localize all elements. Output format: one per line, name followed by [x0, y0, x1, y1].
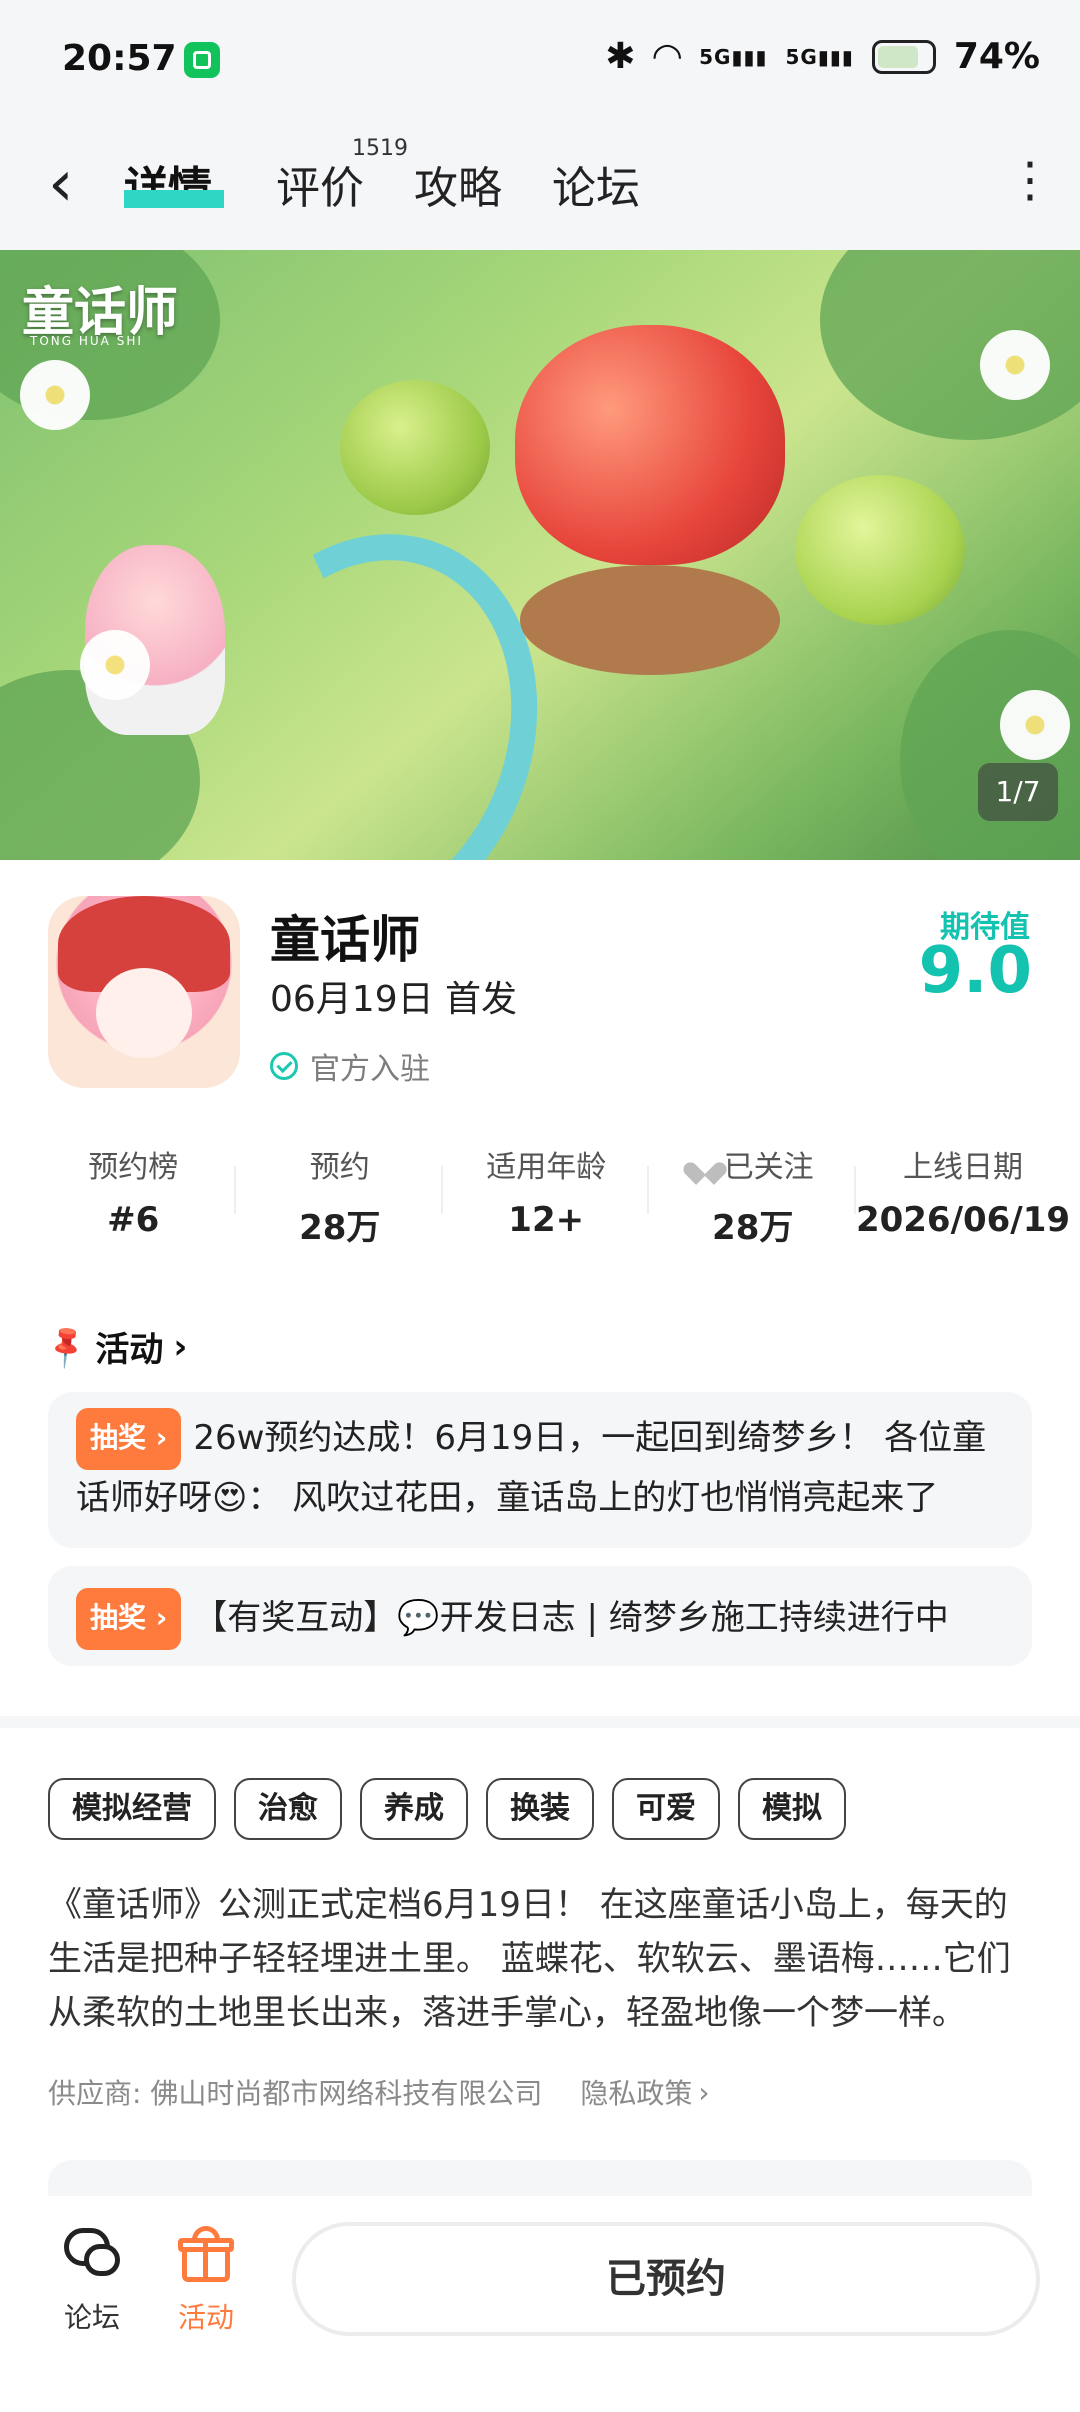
lottery-badge: 抽奖 › — [76, 1588, 182, 1650]
activity-button[interactable]: 活动 — [156, 2226, 256, 2336]
activity-card[interactable]: 抽奖 › 【有奖互动】💬开发日志 | 绮梦乡施工持续进行中 — [48, 1566, 1032, 1666]
heart-icon — [692, 1151, 718, 1177]
signal-icon-2: 5G▮▮▮ — [785, 44, 854, 69]
bottom-action-bar: 论坛 活动 已预约 — [0, 2196, 1080, 2412]
supplier-label: 供应商: 佛山时尚都市网络科技有限公司 — [48, 2077, 543, 2110]
chat-bubbles-icon — [62, 2226, 122, 2284]
game-description[interactable]: 《童话师》公测正式定档6月19日！ 在这座童话小岛上，每天的生活是把种子轻轻埋进… — [48, 1878, 1032, 2040]
banner-carousel[interactable]: 童话师 TONG HUA SHI 1/7 — [0, 250, 1080, 860]
reserved-button[interactable]: 已预约 — [292, 2222, 1040, 2336]
banner-logo-subtitle: TONG HUA SHI — [30, 334, 143, 348]
top-nav: ‹ 详情 评价 攻略 论坛 ⋮ — [0, 126, 1080, 250]
notification-app-icon — [184, 42, 220, 78]
tab-forum[interactable]: 论坛 — [552, 152, 640, 216]
pin-icon: 📌 — [41, 1321, 93, 1372]
tag-list: 模拟经营 治愈 养成 换装 可爱 模拟 — [48, 1778, 846, 1840]
status-bar: 20:57 ✱ ◠ 5G▮▮▮ 5G▮▮▮ 74% — [0, 0, 1080, 126]
forum-button[interactable]: 论坛 — [42, 2226, 142, 2336]
stat-reservations: 预约 28万 — [236, 1142, 444, 1248]
gift-icon — [176, 2226, 236, 2284]
chevron-right-icon: › — [698, 2075, 710, 2109]
green-apple-house — [340, 380, 490, 515]
lottery-badge: 抽奖 › — [76, 1408, 182, 1470]
expect-score: 9.0 — [918, 934, 1032, 1008]
reviews-count: 1519 — [352, 136, 408, 161]
app-icon — [48, 896, 240, 1088]
activity-header[interactable]: 📌 活动 › — [41, 1321, 188, 1372]
privacy-policy-link[interactable]: 隐私政策 › — [580, 2072, 709, 2112]
banner-page-indicator: 1/7 — [978, 763, 1058, 821]
stat-following[interactable]: 已关注 28万 — [649, 1142, 857, 1248]
battery-percent: 74% — [953, 36, 1040, 77]
apple-house — [515, 325, 785, 565]
release-date: 06月19日 首发 — [270, 979, 518, 1020]
activity-card[interactable]: 抽奖 › 26w预约达成！6月19日，一起回到绮梦乡！ 各位童话师好呀😍： 风吹过… — [48, 1392, 1032, 1548]
tab-guides[interactable]: 攻略 — [414, 152, 502, 216]
wifi-icon: ◠ — [653, 36, 682, 77]
tag[interactable]: 换装 — [486, 1778, 594, 1840]
stat-launch-date: 上线日期 2026/06/19 — [855, 1150, 1071, 1240]
tag[interactable]: 模拟经营 — [48, 1778, 216, 1840]
tag[interactable]: 养成 — [360, 1778, 468, 1840]
game-title: 童话师 — [270, 911, 420, 969]
supplier-row: 供应商: 佛山时尚都市网络科技有限公司 隐私政策 › — [48, 2072, 710, 2112]
stat-rank[interactable]: 预约榜 #6 — [30, 1142, 237, 1240]
active-tab-indicator — [124, 190, 224, 208]
bluetooth-icon: ✱ — [605, 36, 636, 77]
green-apple-house-2 — [795, 475, 965, 625]
tag[interactable]: 可爱 — [612, 1778, 720, 1840]
tab-reviews[interactable]: 评价 — [276, 152, 364, 216]
tag[interactable]: 模拟 — [738, 1778, 846, 1840]
status-icons: ✱ ◠ 5G▮▮▮ 5G▮▮▮ 74% — [605, 36, 1040, 77]
stats-row: 预约榜 #6 预约 28万 适用年龄 12+ 已关注 28万 上线日期 2026… — [30, 1142, 1071, 1248]
tag[interactable]: 治愈 — [234, 1778, 342, 1840]
section-divider — [0, 1716, 1080, 1728]
official-badge: 官方入驻 — [270, 1044, 430, 1088]
signal-icon: 5G▮▮▮ — [699, 44, 768, 69]
more-menu-icon[interactable]: ⋮ — [1000, 152, 1060, 222]
status-time: 20:57 — [62, 38, 177, 79]
battery-icon — [871, 39, 936, 74]
stat-age[interactable]: 适用年龄 12+ — [443, 1142, 650, 1240]
back-arrow-icon[interactable]: ‹ — [48, 152, 108, 222]
chevron-right-icon: › — [173, 1326, 188, 1367]
check-circle-icon — [270, 1052, 298, 1080]
